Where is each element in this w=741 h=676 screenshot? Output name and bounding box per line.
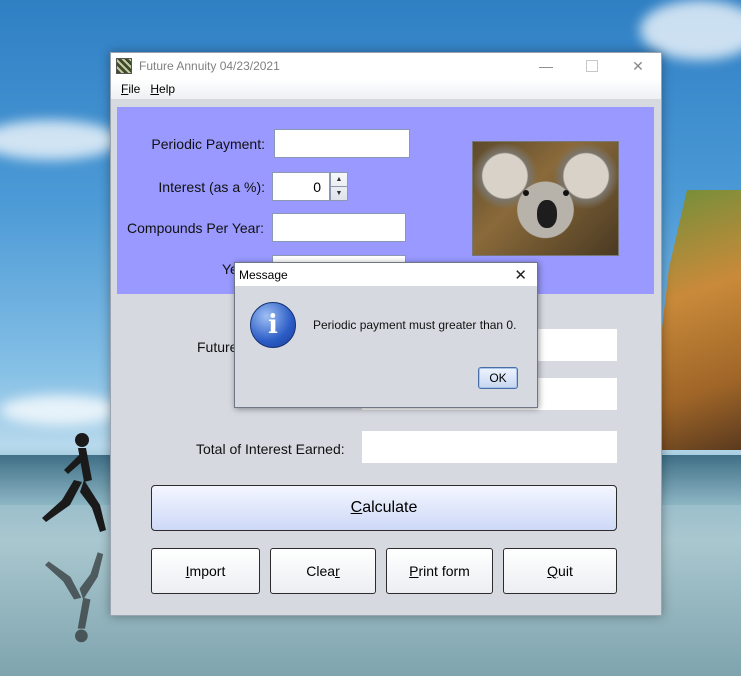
quit-button[interactable]: Quit (503, 548, 617, 594)
compounds-per-year-label: Compounds Per Year: (127, 220, 264, 236)
app-icon (116, 58, 132, 74)
minimize-button[interactable]: — (523, 53, 569, 79)
import-button[interactable]: Import (151, 548, 260, 594)
ok-button[interactable]: OK (478, 367, 518, 389)
calculate-button[interactable]: Calculate (151, 485, 617, 531)
future-value-label: Future (197, 339, 238, 355)
maximize-button[interactable] (569, 53, 615, 79)
interest-label: Interest (as a %): (158, 179, 265, 195)
dialog-close-icon[interactable]: ✕ (514, 266, 527, 284)
spinner-up-icon[interactable]: ▲ (331, 173, 347, 187)
total-interest-label: Total of Interest Earned: (196, 441, 345, 457)
periodic-payment-label: Periodic Payment: (151, 136, 265, 152)
menu-bar: File Help (111, 79, 661, 99)
window-title: Future Annuity 04/23/2021 (139, 59, 280, 73)
periodic-payment-input[interactable] (274, 129, 410, 158)
info-icon: i (250, 302, 296, 348)
dialog-titlebar[interactable]: Message ✕ (235, 263, 537, 286)
desktop-runner-reflection (45, 552, 104, 643)
dialog-message: Periodic payment must greater than 0. (313, 318, 517, 332)
compounds-per-year-input[interactable] (272, 213, 406, 242)
desktop-cloud (0, 120, 120, 160)
koala-nose (537, 200, 557, 228)
interest-input[interactable]: 0 (272, 172, 330, 201)
window-titlebar[interactable]: Future Annuity 04/23/2021 — ✕ (111, 53, 661, 79)
maximize-icon (586, 60, 598, 72)
dialog-title: Message (239, 267, 288, 282)
menu-help[interactable]: Help (150, 82, 175, 96)
spinner-down-icon[interactable]: ▼ (331, 187, 347, 200)
desktop-runner-image (42, 433, 106, 532)
print-form-button[interactable]: Print form (386, 548, 493, 594)
message-dialog: Message ✕ i Periodic payment must greate… (234, 262, 538, 408)
koala-eye (523, 190, 529, 196)
close-button[interactable]: ✕ (615, 53, 661, 79)
koala-image (472, 141, 619, 256)
desktop-cloud (640, 0, 741, 60)
clear-button[interactable]: Clea r (270, 548, 376, 594)
total-interest-output (362, 431, 617, 463)
koala-eye (563, 190, 569, 196)
interest-spinner[interactable]: ▲ ▼ (330, 172, 348, 201)
desktop-cloud (0, 395, 120, 425)
menu-file[interactable]: File (121, 82, 140, 96)
close-icon: ✕ (632, 57, 644, 74)
minimize-icon: — (539, 58, 553, 74)
desktop-cliff (651, 190, 741, 450)
